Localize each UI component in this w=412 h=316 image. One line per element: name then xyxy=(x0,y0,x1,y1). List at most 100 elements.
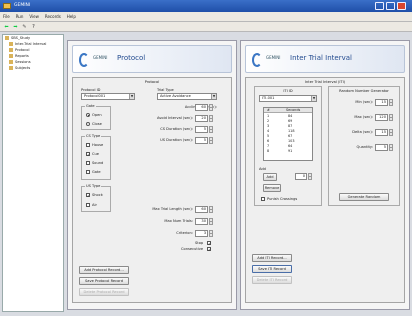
avoid-interval-input[interactable]: 20 xyxy=(195,115,208,122)
brand-label: GEMINI xyxy=(266,55,281,60)
document-icon xyxy=(9,66,13,70)
cs-gate-checkbox[interactable] xyxy=(86,170,90,174)
folder-icon xyxy=(5,36,9,40)
gemini-logo-icon xyxy=(79,53,89,67)
us-duration-stepper[interactable] xyxy=(209,137,213,144)
menu-view[interactable]: View xyxy=(26,12,42,22)
punish-crossings-checkbox[interactable] xyxy=(261,197,265,201)
cs-sound-checkbox[interactable] xyxy=(86,161,90,165)
add-iti-record-button[interactable]: Add ITI Record... xyxy=(252,254,292,262)
close-icon[interactable] xyxy=(397,2,406,10)
criterion-stepper[interactable] xyxy=(209,230,213,237)
max-num-trials-input[interactable]: 30 xyxy=(195,218,208,225)
gate-open-radio[interactable] xyxy=(86,113,90,117)
random-generator-group: Random Number Generator Min (sec): 15 Ma… xyxy=(328,86,400,206)
iti-id-group: ITI ID ITI-001 ▼ # Seconds 1 84 2 69 3 87 4 118 5… xyxy=(254,86,322,206)
brand-label: GEMINI xyxy=(93,55,108,60)
panel-title: Protocol xyxy=(117,54,146,62)
forward-arrow-icon[interactable]: ➡ xyxy=(12,24,19,30)
rng-min-stepper[interactable] xyxy=(389,99,393,106)
tree-item-subjects[interactable]: Subjects xyxy=(3,65,63,71)
chevron-down-icon: ▼ xyxy=(311,96,316,101)
save-iti-record-button[interactable]: Save ITI Record xyxy=(252,265,292,273)
iti-id-select[interactable]: ITI-001 ▼ xyxy=(259,95,317,102)
menu-run[interactable]: Run xyxy=(13,12,27,22)
us-air-checkbox[interactable] xyxy=(86,203,90,207)
avoid-interval-stepper[interactable] xyxy=(209,115,213,122)
trial-type-select[interactable]: Active Avoidance ▼ xyxy=(157,93,217,100)
rng-delta-stepper[interactable] xyxy=(389,129,393,136)
rng-delta-input[interactable]: 15 xyxy=(375,129,388,136)
iti-banner: GEMINI Inter Trial Interval xyxy=(245,45,405,73)
trial-type-label: Trial Type xyxy=(157,88,174,92)
cs-cue-checkbox[interactable]: ✓ xyxy=(86,152,90,157)
navigation-tree: SBS_Study Inter-Trial Interval Protocol … xyxy=(2,34,64,312)
protocol-id-select[interactable]: Protocol001 ▼ xyxy=(81,93,135,100)
cs-house-checkbox[interactable] xyxy=(86,143,90,147)
section-title: Inter Trial Interval (ITI) xyxy=(304,80,346,84)
chevron-down-icon: ▼ xyxy=(129,94,134,99)
settings-icon[interactable]: ✎ xyxy=(21,24,28,30)
table-header: # Seconds xyxy=(264,108,312,113)
max-trial-length-input[interactable]: 60 xyxy=(195,206,208,213)
stop-checkbox[interactable]: ✓ xyxy=(207,241,211,246)
document-icon xyxy=(9,48,13,52)
app-window: GEMINI File Run View Records Help ⬅ ➡ ✎ ? SB… xyxy=(0,0,412,316)
rng-quantity-input[interactable]: 5 xyxy=(375,144,388,151)
max-trial-length-stepper[interactable] xyxy=(209,206,213,213)
add-count-stepper[interactable] xyxy=(308,173,312,180)
consecutive-checkbox[interactable]: ✓ xyxy=(207,247,211,252)
app-icon xyxy=(3,3,11,9)
menu-records[interactable]: Records xyxy=(42,12,64,22)
cs-duration-input[interactable]: 5 xyxy=(195,126,208,133)
maximize-icon[interactable] xyxy=(386,2,395,10)
cs-type-group: CS Type House ✓ Cue Sound Gate xyxy=(81,134,111,180)
protocol-panel: GEMINI Protocol Protocol Protocol ID Pro… xyxy=(67,40,237,310)
chevron-down-icon: ▼ xyxy=(211,94,216,99)
menu-bar: File Run View Records Help xyxy=(0,12,412,22)
window-title: GEMINI xyxy=(14,3,31,8)
iti-section: Inter Trial Interval (ITI) ITI ID ITI-00… xyxy=(245,77,405,303)
rng-max-stepper[interactable] xyxy=(389,114,393,121)
section-title: Protocol xyxy=(144,80,160,84)
add-count-input[interactable]: 0 xyxy=(295,173,307,180)
back-arrow-icon[interactable]: ⬅ xyxy=(3,24,10,30)
delete-iti-record-button[interactable]: Delete ITI Record xyxy=(252,276,292,284)
gate-close-radio[interactable] xyxy=(86,122,90,126)
panel-title: Inter Trial Interval xyxy=(290,54,352,62)
us-duration-input[interactable]: 5 xyxy=(195,137,208,144)
help-icon[interactable]: ? xyxy=(30,24,37,30)
gate-group: Gate Open Close xyxy=(81,104,111,130)
document-icon xyxy=(9,60,13,64)
us-shock-checkbox[interactable]: ✓ xyxy=(86,193,90,198)
menu-file[interactable]: File xyxy=(0,12,13,22)
document-icon xyxy=(9,54,13,58)
cs-duration-stepper[interactable] xyxy=(209,126,213,133)
document-icon xyxy=(9,42,13,46)
menu-help[interactable]: Help xyxy=(64,12,79,22)
max-num-trials-stepper[interactable] xyxy=(209,218,213,225)
minimize-icon[interactable] xyxy=(375,2,384,10)
iti-panel: GEMINI Inter Trial Interval Inter Trial … xyxy=(240,40,410,310)
remove-row-button[interactable]: Remove xyxy=(263,184,281,192)
save-protocol-record-button[interactable]: Save Protocol Record xyxy=(79,277,129,285)
criterion-input[interactable]: 3 xyxy=(195,230,208,237)
add-row-button[interactable]: Add xyxy=(263,173,277,181)
protocol-section: Protocol Protocol ID Protocol001 ▼ Gate O… xyxy=(72,77,232,303)
add-protocol-record-button[interactable]: Add Protocol Record... xyxy=(79,266,129,274)
gemini-logo-icon xyxy=(252,53,262,67)
toolbar: ⬅ ➡ ✎ ? xyxy=(0,22,412,32)
title-bar: GEMINI xyxy=(0,0,412,12)
rng-min-input[interactable]: 15 xyxy=(375,99,388,106)
rng-quantity-stepper[interactable] xyxy=(389,144,393,151)
acclimation-stepper[interactable] xyxy=(209,104,213,111)
iti-table[interactable]: # Seconds 1 84 2 69 3 87 4 118 5 67 6 103 7 64 8 91 xyxy=(263,107,313,161)
us-type-group: US Type ✓ Shock Air xyxy=(81,184,111,212)
acclimation-input[interactable]: 60 xyxy=(195,104,208,111)
rng-max-input[interactable]: 120 xyxy=(375,114,388,121)
protocol-id-label: Protocol ID xyxy=(81,88,101,92)
table-row[interactable]: 8 91 xyxy=(264,149,312,154)
delete-protocol-record-button[interactable]: Delete Protocol Record xyxy=(79,288,129,296)
protocol-banner: GEMINI Protocol xyxy=(72,45,232,73)
generate-random-button[interactable]: Generate Random xyxy=(339,193,389,201)
